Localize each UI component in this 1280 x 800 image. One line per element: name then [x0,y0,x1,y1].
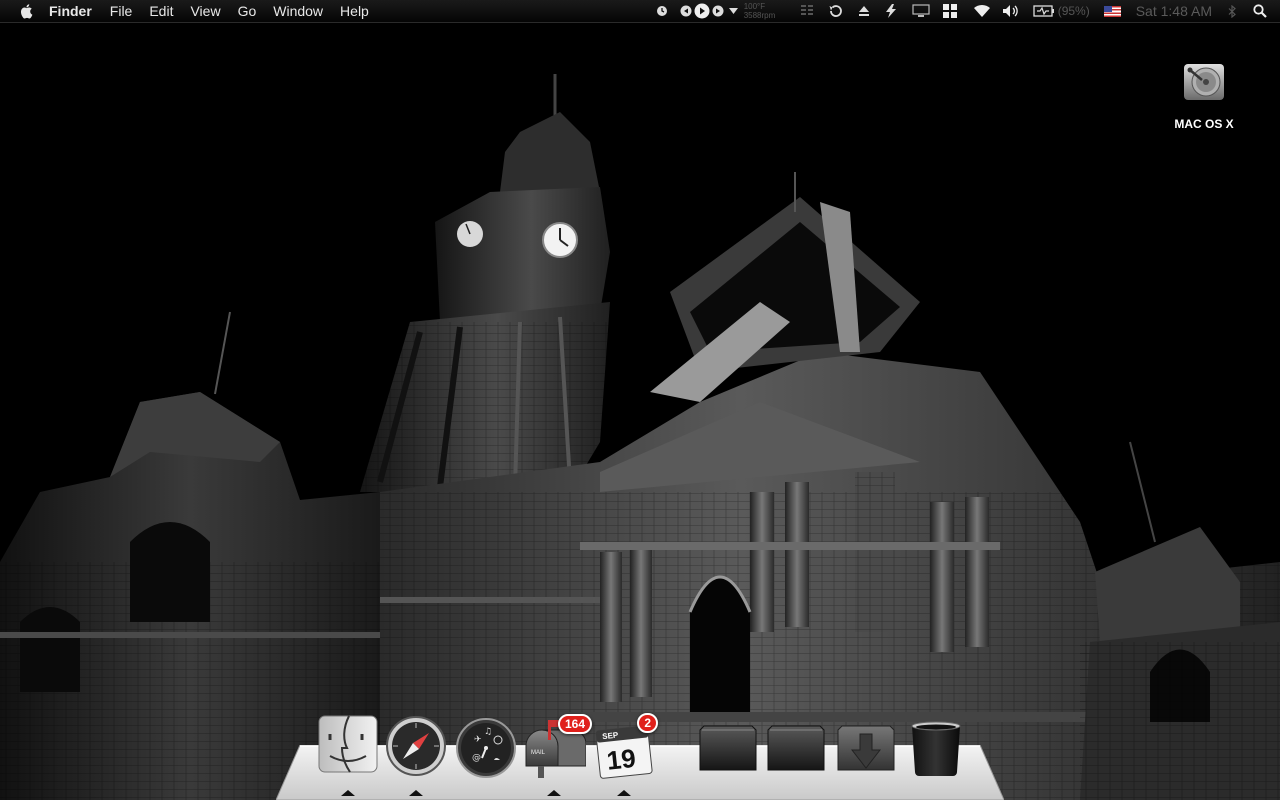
time-machine-icon[interactable] [828,3,844,19]
dock-item-stack-1[interactable] [696,724,760,788]
temperature-readout[interactable]: 100°F 3588rpm [744,2,794,20]
dashboard-icon: ✈ ♫ @ [456,718,516,778]
desktop-icon-mac-os-x[interactable]: MAC OS X [1168,58,1240,131]
downloads-icon [837,725,895,771]
dock-item-trash[interactable] [904,720,968,784]
menu-bar: Finder File Edit View Go Window Help 100… [0,0,1280,23]
dock-item-ical[interactable]: SEP 19 2 [592,713,658,784]
svg-text:✈: ✈ [474,735,482,745]
us-flag-icon[interactable] [1103,5,1121,17]
menu-view[interactable]: View [190,3,220,19]
dock-item-finder[interactable] [316,712,380,776]
eject-icon[interactable] [858,5,870,17]
svg-text:@: @ [472,753,481,763]
dock-item-mail[interactable]: MAIL 164 [522,714,592,780]
ical-badge: 2 [637,713,658,733]
folder-stack-icon [699,725,757,771]
menu-edit[interactable]: Edit [149,3,173,19]
battery-percent[interactable]: (95%) [1058,4,1090,18]
dock-item-stack-2[interactable] [764,724,828,788]
dock-item-safari[interactable] [384,714,448,778]
calendar-month: SEP [602,730,620,741]
mailbox-label: MAIL [531,750,546,756]
spaces-icon[interactable] [942,3,958,19]
next-track-icon[interactable] [712,5,724,17]
finder-icon [318,715,378,773]
mail-unread-badge: 164 [557,714,592,734]
menu-help[interactable]: Help [340,3,369,19]
bars-icon[interactable] [800,4,814,18]
running-indicator-ical [617,790,631,796]
temperature-value: 100°F [743,2,766,11]
menu-app-finder[interactable]: Finder [49,3,92,19]
folder-stack-icon [767,725,825,771]
dock-item-downloads[interactable] [834,724,898,788]
dock-item-dashboard[interactable]: ✈ ♫ @ [454,716,518,780]
fan-speed-value: 3588rpm [743,11,776,20]
spotlight-icon[interactable] [1253,4,1267,18]
desktop-wallpaper [0,22,1280,800]
battery-icon[interactable] [1033,5,1055,17]
status-menus: 100°F 3588rpm (95%) Sat 1:48 AM [656,0,1280,22]
safari-compass-icon [386,716,446,776]
clock-icon[interactable] [656,5,668,17]
tool-icon[interactable] [884,3,898,19]
menu-go[interactable]: Go [238,3,257,19]
running-indicator-mail [547,790,561,796]
menu-clock[interactable]: Sat 1:48 AM [1136,3,1212,19]
running-indicator-finder [341,790,355,796]
apple-icon[interactable] [19,3,35,19]
menu-file[interactable]: File [110,3,133,19]
trash-icon [911,721,961,776]
play-icon[interactable] [694,3,710,19]
desktop-icon-label: MAC OS X [1174,117,1234,131]
running-indicator-safari [409,790,423,796]
previous-track-icon[interactable] [680,5,692,17]
menu-window[interactable]: Window [273,3,323,19]
hard-drive-icon [1184,64,1224,100]
display-icon[interactable] [912,4,930,18]
svg-text:♫: ♫ [484,727,492,737]
dropdown-icon[interactable] [728,8,738,14]
wifi-icon[interactable] [972,4,992,18]
calendar-day: 19 [605,743,637,776]
dock: ✈ ♫ @ MAIL 164 SEP 19 2 [300,708,980,800]
bluetooth-icon[interactable] [1228,4,1236,18]
volume-icon[interactable] [1002,4,1020,18]
